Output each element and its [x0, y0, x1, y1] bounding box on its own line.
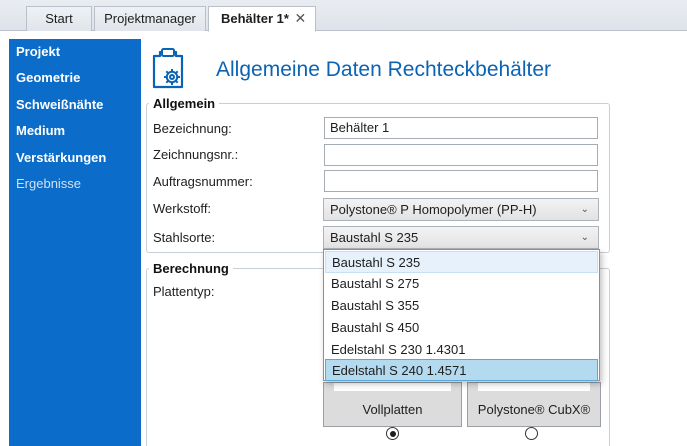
berechnung-legend: Berechnung: [149, 261, 233, 276]
close-icon[interactable]: ✕: [295, 10, 307, 26]
chevron-down-icon: ⌄: [580, 204, 589, 215]
tab-start[interactable]: Start: [26, 6, 92, 31]
sidebar-item-projekt[interactable]: Projekt: [9, 39, 141, 67]
dropdown-option[interactable]: Baustahl S 235: [325, 251, 598, 273]
plate-preview: [334, 383, 451, 391]
dropdown-option[interactable]: Baustahl S 355: [325, 295, 598, 317]
dropdown-option[interactable]: Baustahl S 450: [325, 317, 598, 339]
radio-dot: [389, 430, 396, 437]
stahlsorte-select[interactable]: Baustahl S 235 ⌄: [323, 226, 599, 249]
sidebar-item-verstaerkungen[interactable]: Verstärkungen: [9, 147, 141, 174]
stahlsorte-dropdown-list: Baustahl S 235 Baustahl S 275 Baustahl S…: [323, 249, 600, 381]
werkstoff-select[interactable]: Polystone® P Homopolymer (PP-H) ⌄: [323, 198, 599, 221]
plate-preview: [478, 383, 590, 391]
tab-behaelter-1[interactable]: Behälter 1* ✕: [208, 6, 316, 32]
sidebar: Projekt Geometrie Schweißnähte Medium Ve…: [9, 39, 141, 446]
sidebar-item-medium[interactable]: Medium: [9, 120, 141, 147]
allgemein-legend: Allgemein: [149, 96, 220, 111]
stahlsorte-value: Baustahl S 235: [330, 230, 419, 245]
plate-card-label: Polystone® CubX®: [477, 402, 591, 417]
dropdown-option-highlighted[interactable]: Edelstahl S 240 1.4571: [325, 359, 598, 381]
sidebar-item-geometrie[interactable]: Geometrie: [9, 67, 141, 94]
tab-behaelter-1-label: Behälter 1*: [221, 11, 289, 26]
dropdown-option[interactable]: Baustahl S 275: [325, 273, 598, 295]
tab-bar: Start Projektmanager Behälter 1* ✕: [0, 0, 687, 32]
zeichnungsnr-field[interactable]: [324, 144, 598, 166]
stahlsorte-label: Stahlsorte:: [153, 230, 216, 245]
auftragsnummer-label: Auftragsnummer:: [153, 174, 253, 189]
zeichnungsnr-label: Zeichnungsnr.:: [153, 147, 239, 162]
werkstoff-label: Werkstoff:: [153, 201, 212, 216]
auftragsnummer-field[interactable]: [324, 170, 598, 192]
dropdown-option[interactable]: Edelstahl S 230 1.4301: [325, 339, 598, 361]
cubx-radio[interactable]: [525, 427, 538, 440]
page-title: Allgemeine Daten Rechteckbehälter: [216, 58, 552, 81]
werkstoff-value: Polystone® P Homopolymer (PP-H): [330, 202, 537, 217]
sidebar-item-schweissnaehte[interactable]: Schweißnähte: [9, 94, 141, 121]
plate-card-vollplatten[interactable]: Vollplatten: [323, 382, 462, 427]
clipboard-gear-icon: [150, 47, 190, 91]
vollplatten-radio[interactable]: [386, 427, 399, 440]
bezeichnung-field[interactable]: Behälter 1: [324, 117, 598, 139]
plattentyp-label: Plattentyp:: [153, 284, 215, 299]
tab-projektmanager[interactable]: Projektmanager: [94, 6, 206, 31]
plate-card-cubx[interactable]: Polystone® CubX®: [467, 382, 601, 427]
sidebar-item-ergebnisse[interactable]: Ergebnisse: [9, 173, 141, 200]
plate-card-label: Vollplatten: [362, 402, 423, 417]
chevron-down-icon: ⌄: [580, 232, 589, 243]
bezeichnung-label: Bezeichnung:: [153, 121, 232, 136]
